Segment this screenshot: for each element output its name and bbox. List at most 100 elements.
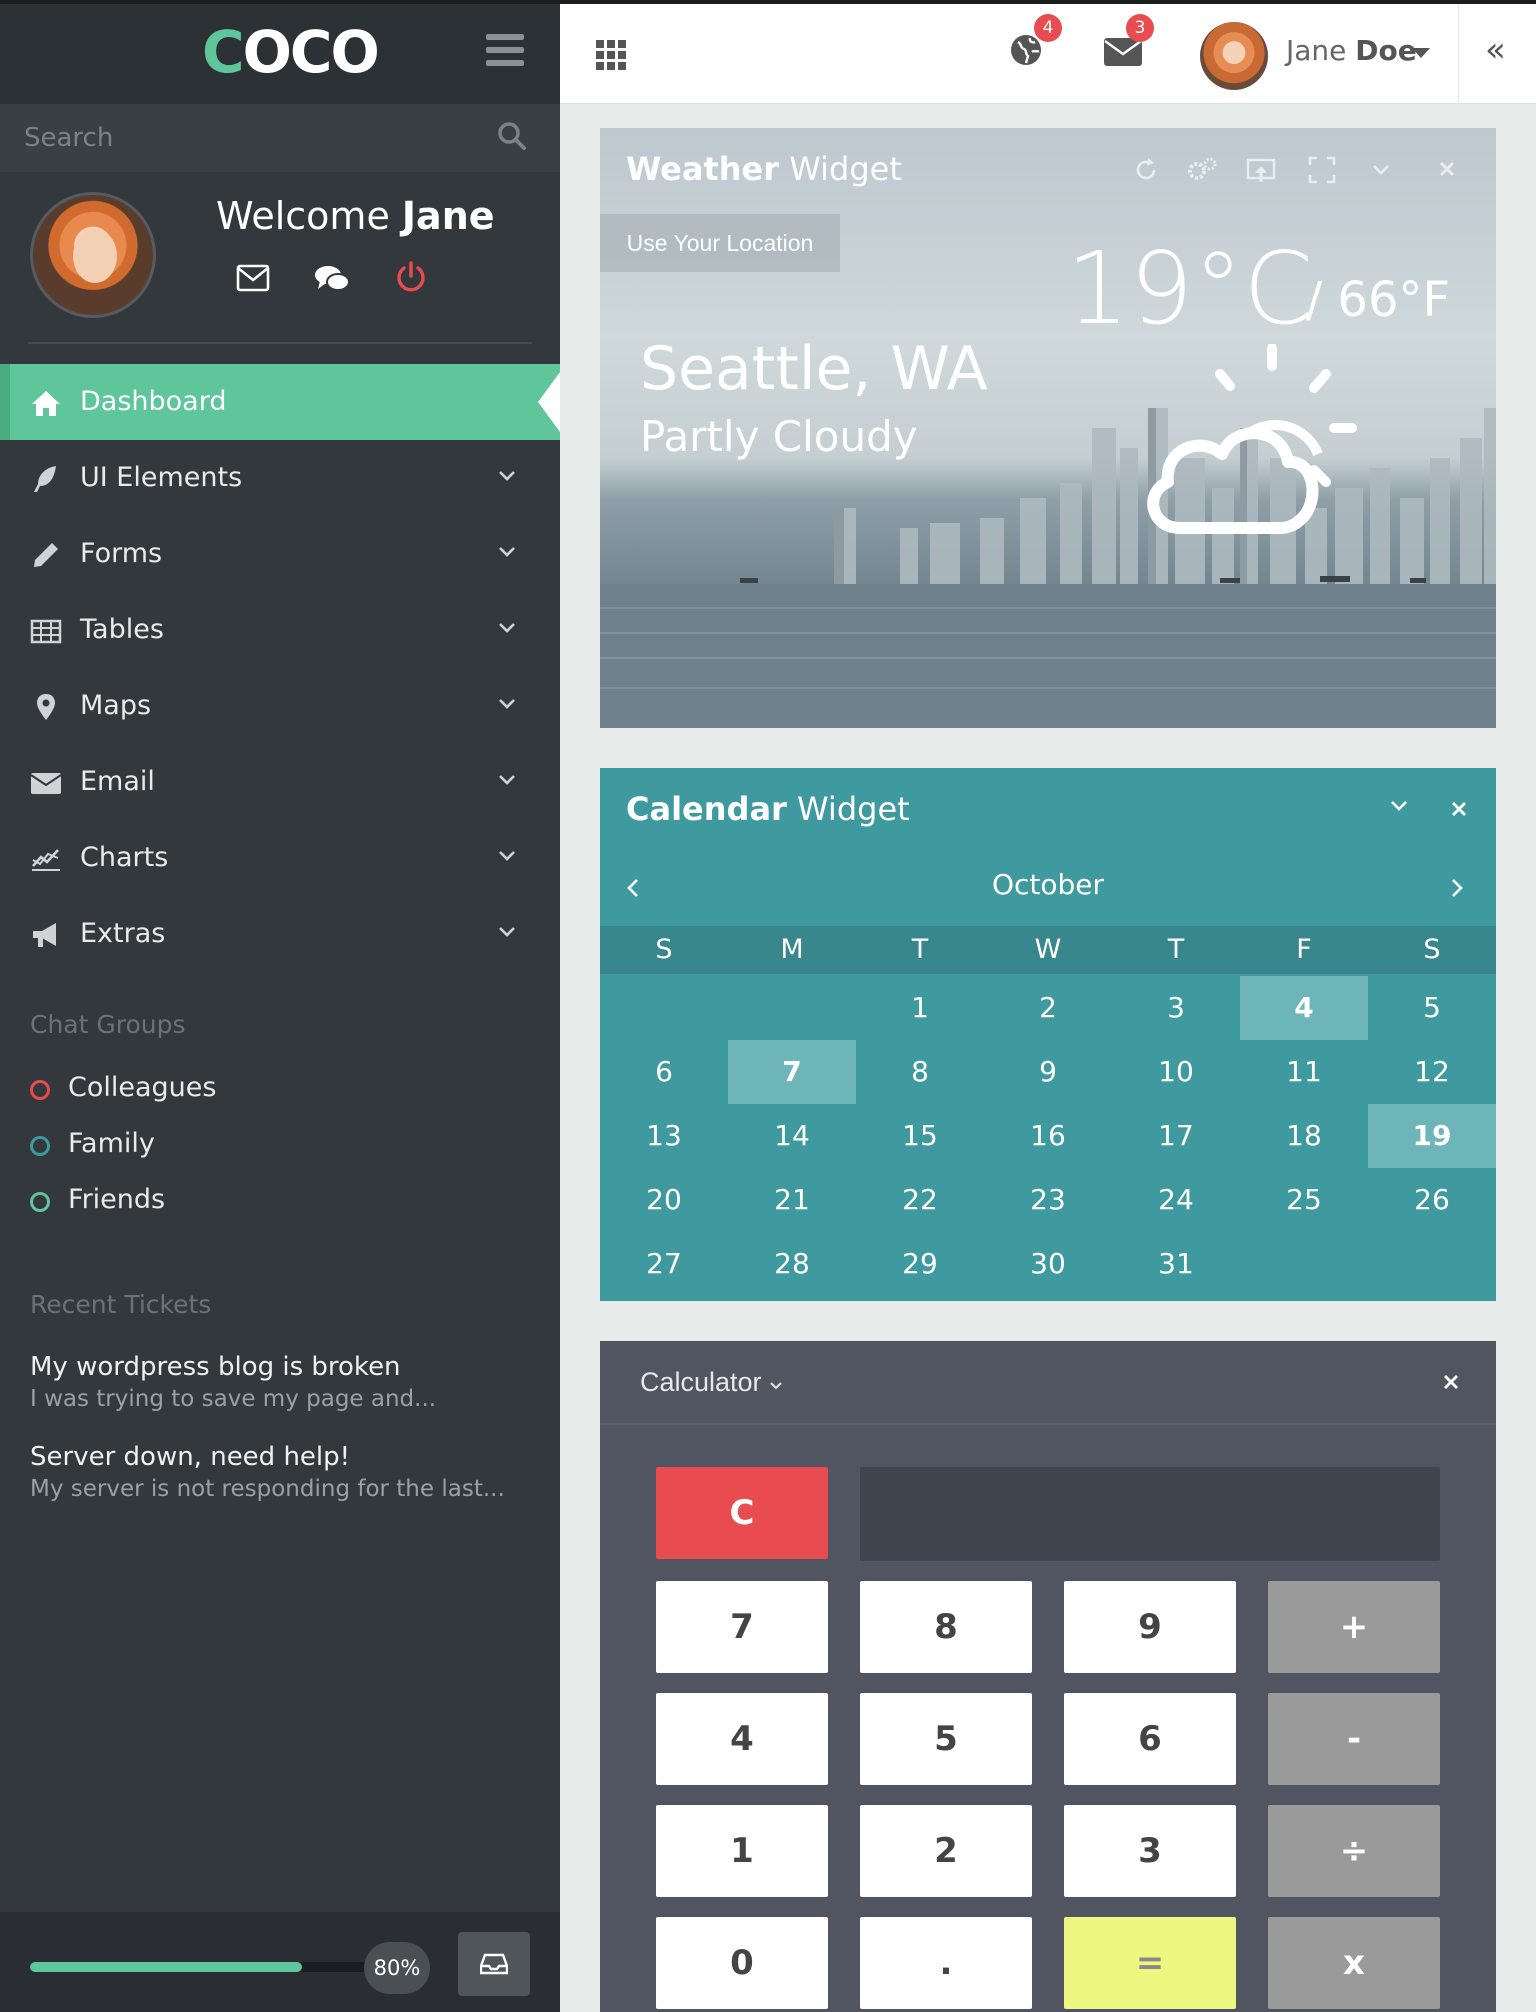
calendar-week-row: 27 28 29 30 31 <box>600 1232 1496 1296</box>
envelope-icon[interactable] <box>236 264 270 292</box>
nav-item-charts[interactable]: Charts <box>0 820 560 896</box>
calendar-day[interactable]: 6 <box>600 1040 728 1104</box>
search-input[interactable] <box>0 104 480 172</box>
calendar-day[interactable]: 13 <box>600 1104 728 1168</box>
calendar-day[interactable]: 28 <box>728 1232 856 1296</box>
chevron-down-icon <box>499 471 515 481</box>
hamburger-menu-icon[interactable] <box>486 34 524 68</box>
calendar-day[interactable]: 10 <box>1112 1040 1240 1104</box>
export-icon[interactable] <box>1246 156 1276 184</box>
calendar-day[interactable]: 12 <box>1368 1040 1496 1104</box>
weekday-label: W <box>1034 934 1062 965</box>
calendar-day[interactable]: 5 <box>1368 976 1496 1040</box>
chevron-right-icon[interactable] <box>1450 878 1464 898</box>
refresh-icon[interactable] <box>1132 156 1160 184</box>
messages-button[interactable]: 3 <box>1104 14 1154 70</box>
calendar-day[interactable]: 30 <box>984 1232 1112 1296</box>
calendar-day[interactable]: 19 <box>1368 1104 1496 1168</box>
calendar-day[interactable]: 31 <box>1112 1232 1240 1296</box>
close-icon[interactable] <box>1438 160 1456 178</box>
calendar-day[interactable]: 22 <box>856 1168 984 1232</box>
equals-button[interactable]: = <box>1064 1917 1236 2009</box>
divide-button[interactable]: ÷ <box>1268 1805 1440 1897</box>
welcome-text: Welcome Jane <box>216 194 495 238</box>
calculator-widget: Calculator C 7 8 9 + 4 5 6 - 1 2 3 ÷ 0 .… <box>600 1341 1496 2012</box>
calendar-day[interactable]: 25 <box>1240 1168 1368 1232</box>
key-1-button[interactable]: 1 <box>656 1805 828 1897</box>
calculator-display <box>860 1467 1440 1561</box>
chevron-down-icon[interactable] <box>1372 164 1390 176</box>
calendar-day[interactable]: 20 <box>600 1168 728 1232</box>
calendar-day[interactable]: 23 <box>984 1168 1112 1232</box>
calendar-day[interactable]: 16 <box>984 1104 1112 1168</box>
caret-down-icon[interactable] <box>1412 48 1430 59</box>
double-chevron-left-icon: « <box>1485 30 1506 70</box>
nav-item-extras[interactable]: Extras <box>0 896 560 972</box>
calendar-day[interactable]: 9 <box>984 1040 1112 1104</box>
key-0-button[interactable]: 0 <box>656 1917 828 2009</box>
calculator-title[interactable]: Calculator <box>640 1367 783 1398</box>
nav-item-ui-elements[interactable]: UI Elements <box>0 440 560 516</box>
nav-item-email[interactable]: Email <box>0 744 560 820</box>
calendar-day[interactable]: 3 <box>1112 976 1240 1040</box>
calendar-day[interactable]: 24 <box>1112 1168 1240 1232</box>
calendar-day[interactable]: 27 <box>600 1232 728 1296</box>
calendar-day[interactable]: 26 <box>1368 1168 1496 1232</box>
inbox-button[interactable] <box>458 1932 530 1996</box>
minus-button[interactable]: - <box>1268 1693 1440 1785</box>
calendar-day[interactable]: 18 <box>1240 1104 1368 1168</box>
key-4-button[interactable]: 4 <box>656 1693 828 1785</box>
calendar-day[interactable]: 11 <box>1240 1040 1368 1104</box>
envelope-icon <box>1104 38 1142 66</box>
calendar-day[interactable]: 4 <box>1240 976 1368 1040</box>
decimal-button[interactable]: . <box>860 1917 1032 2009</box>
app-logo[interactable]: COCO <box>202 22 380 82</box>
calendar-day[interactable]: 14 <box>728 1104 856 1168</box>
power-icon[interactable] <box>394 260 428 294</box>
weather-condition: Partly Cloudy <box>640 412 918 461</box>
collapse-panel-button[interactable]: « <box>1458 0 1536 104</box>
key-8-button[interactable]: 8 <box>860 1581 1032 1673</box>
key-2-button[interactable]: 2 <box>860 1805 1032 1897</box>
nav-item-maps[interactable]: Maps <box>0 668 560 744</box>
calendar-day[interactable]: 2 <box>984 976 1112 1040</box>
calendar-day[interactable]: 1 <box>856 976 984 1040</box>
close-icon[interactable] <box>1450 800 1468 818</box>
status-dot <box>30 1080 50 1100</box>
cogs-icon[interactable] <box>1186 156 1218 184</box>
fullscreen-icon[interactable] <box>1308 156 1336 184</box>
use-location-button[interactable]: Use Your Location <box>600 214 840 272</box>
user-menu[interactable]: Jane Doe <box>1286 34 1417 67</box>
calendar-day[interactable]: 7 <box>728 1040 856 1104</box>
key-6-button[interactable]: 6 <box>1064 1693 1236 1785</box>
notifications-button[interactable]: 4 <box>1010 14 1062 70</box>
chevron-down-icon <box>499 547 515 557</box>
comments-icon[interactable] <box>314 264 350 294</box>
key-5-button[interactable]: 5 <box>860 1693 1032 1785</box>
user-avatar[interactable] <box>1200 22 1268 90</box>
nav-item-forms[interactable]: Forms <box>0 516 560 592</box>
calendar-day[interactable]: 15 <box>856 1104 984 1168</box>
nav-item-tables[interactable]: Tables <box>0 592 560 668</box>
multiply-button[interactable]: x <box>1268 1917 1440 2009</box>
key-7-button[interactable]: 7 <box>656 1581 828 1673</box>
calendar-day[interactable]: 21 <box>728 1168 856 1232</box>
avatar[interactable] <box>30 192 156 318</box>
key-9-button[interactable]: 9 <box>1064 1581 1236 1673</box>
calendar-day[interactable]: 8 <box>856 1040 984 1104</box>
search-icon[interactable] <box>496 120 528 152</box>
chevron-down-icon[interactable] <box>1390 800 1408 812</box>
apps-grid-icon[interactable] <box>596 40 626 70</box>
clear-button[interactable]: C <box>656 1467 828 1559</box>
key-3-button[interactable]: 3 <box>1064 1805 1236 1897</box>
close-icon[interactable] <box>1442 1373 1460 1391</box>
ticket-item[interactable]: Server down, need help! My server is not… <box>30 1442 530 1502</box>
table-icon <box>30 619 62 644</box>
ticket-item[interactable]: My wordpress blog is broken I was trying… <box>30 1352 530 1412</box>
nav-label: Maps <box>80 690 152 721</box>
feather-icon <box>34 466 56 492</box>
nav-item-dashboard[interactable]: Dashboard <box>0 364 560 440</box>
plus-button[interactable]: + <box>1268 1581 1440 1673</box>
calendar-day[interactable]: 29 <box>856 1232 984 1296</box>
calendar-day[interactable]: 17 <box>1112 1104 1240 1168</box>
